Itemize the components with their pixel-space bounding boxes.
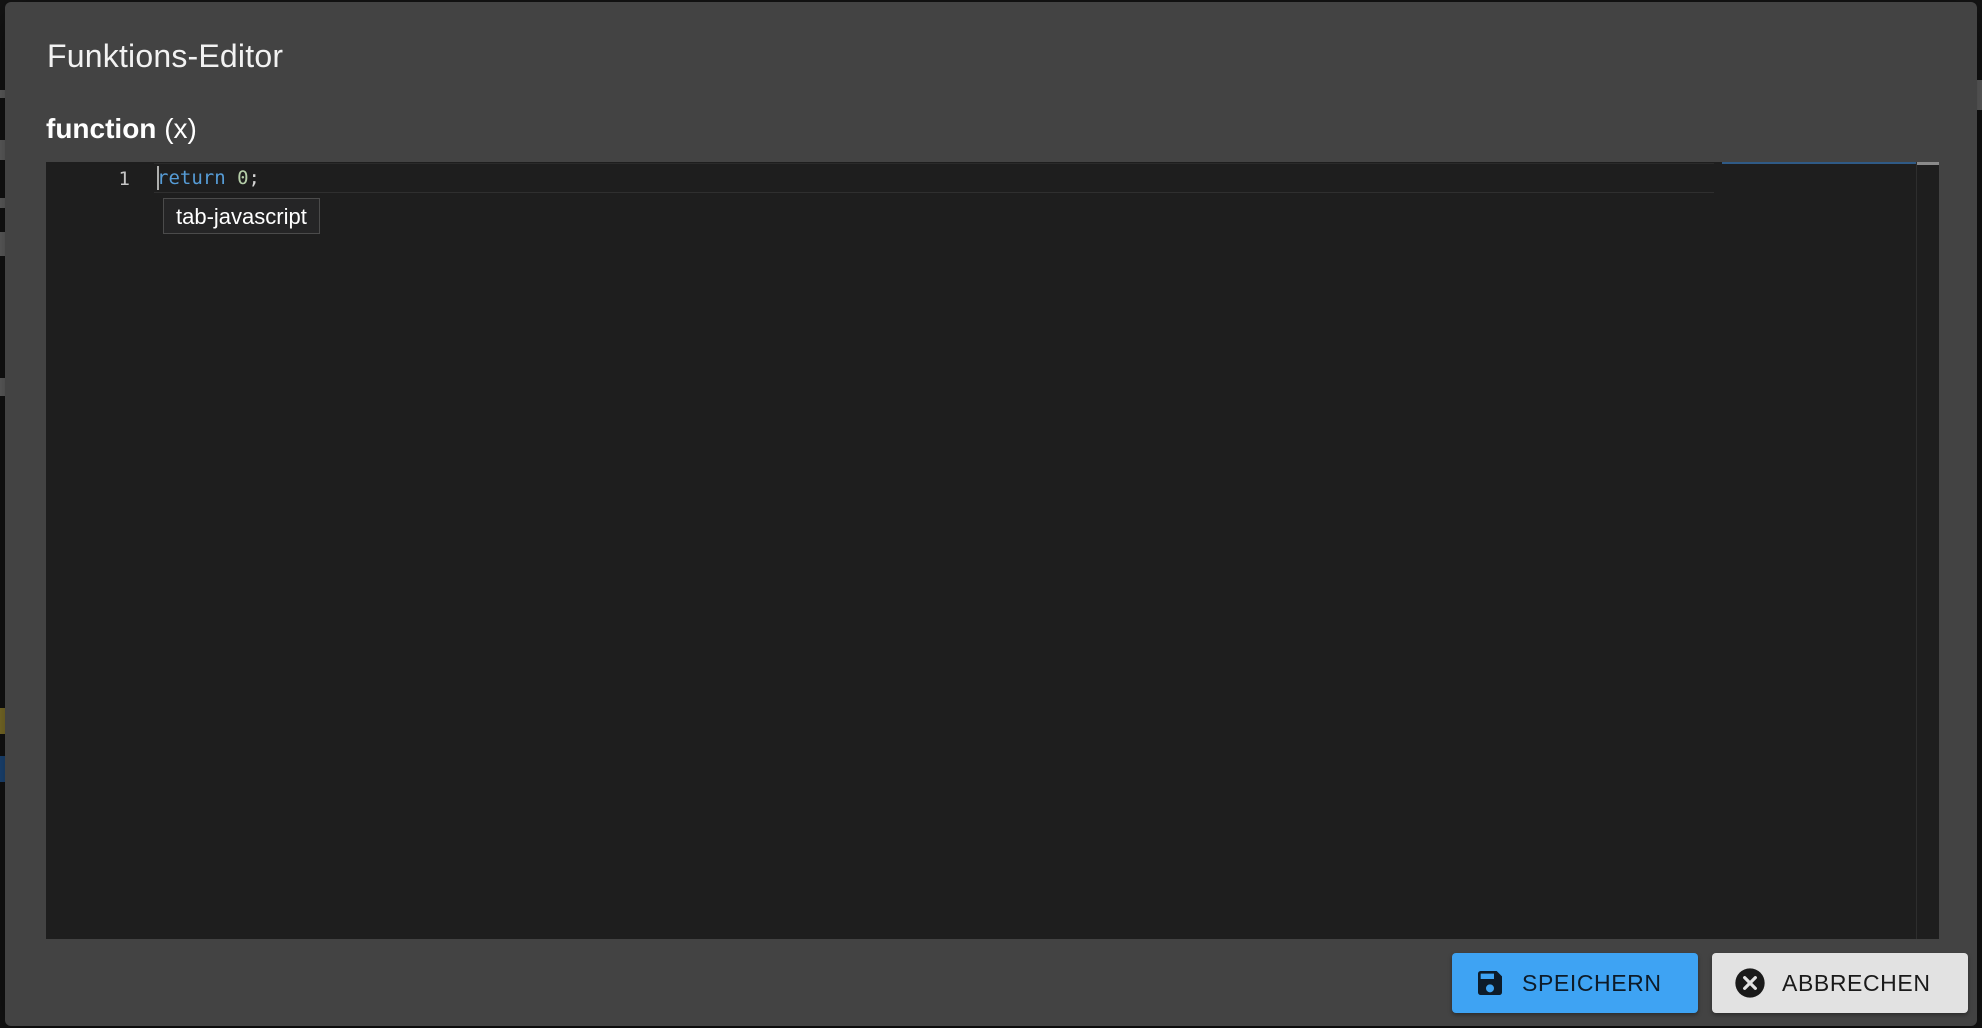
current-line-highlight — [154, 163, 1714, 193]
function-signature: function (x) — [46, 113, 197, 145]
function-editor-dialog: Funktions-Editor function (x) 1 return 0… — [5, 2, 1977, 1026]
function-keyword: function — [46, 113, 157, 144]
dialog-title: Funktions-Editor — [47, 38, 284, 74]
function-param: (x) — [164, 113, 197, 144]
line-number: 1 — [118, 168, 130, 190]
close-circle-icon — [1734, 967, 1766, 999]
suggestion-widget[interactable]: tab-javascript — [163, 198, 320, 234]
code-keyword: return — [157, 167, 226, 189]
vertical-scrollbar[interactable] — [1916, 162, 1939, 939]
background-fragment — [1977, 80, 1982, 110]
minimap-slider[interactable] — [1722, 162, 1918, 164]
line-number-gutter: 1 — [46, 162, 154, 939]
code-editor[interactable]: 1 return 0; tab-javascript — [46, 162, 1939, 939]
text-cursor — [157, 166, 159, 190]
floppy-disk-icon — [1474, 967, 1506, 999]
code-number: 0 — [237, 167, 249, 189]
scrollbar-thumb[interactable] — [1917, 162, 1939, 165]
cancel-button[interactable]: ABBRECHEN — [1712, 953, 1968, 1013]
save-button-label: SPEICHERN — [1522, 969, 1662, 996]
code-punctuation: ; — [248, 167, 260, 189]
code-line[interactable]: return 0; — [157, 167, 260, 189]
cancel-button-label: ABBRECHEN — [1782, 969, 1931, 996]
save-button[interactable]: SPEICHERN — [1452, 953, 1698, 1013]
